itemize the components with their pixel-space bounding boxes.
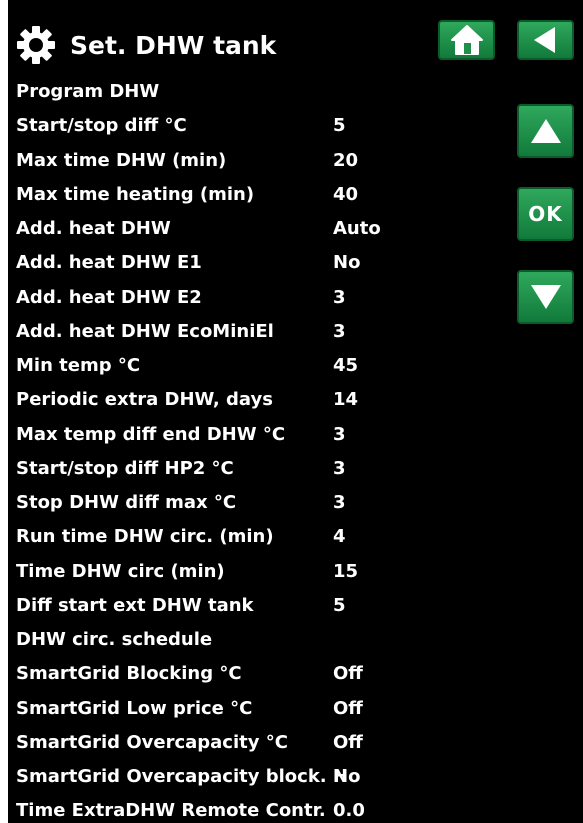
up-button[interactable] bbox=[517, 104, 574, 158]
setting-value: Off bbox=[333, 697, 363, 719]
setting-label: Max time DHW (min) bbox=[16, 149, 227, 171]
setting-row[interactable]: Start/stop diff HP2 °C 3 bbox=[16, 452, 496, 486]
setting-value: No bbox=[333, 252, 361, 274]
setting-label: SmartGrid Blocking °C bbox=[16, 663, 242, 685]
home-icon bbox=[450, 25, 483, 55]
setting-value: 20 bbox=[333, 149, 359, 171]
down-arrow-icon bbox=[530, 285, 561, 309]
setting-label: Run time DHW circ. (min) bbox=[16, 526, 274, 548]
setting-label: Add. heat DHW E2 bbox=[16, 286, 202, 308]
setting-label: Add. heat DHW EcoMiniEl bbox=[16, 320, 274, 342]
setting-value: Auto bbox=[333, 218, 381, 239]
setting-row[interactable]: Time DHW circ (min) 15 bbox=[16, 555, 496, 589]
setting-row[interactable]: Stop DHW diff max °C 3 bbox=[16, 486, 496, 520]
home-button[interactable] bbox=[438, 20, 495, 60]
setting-label: Max time heating (min) bbox=[16, 183, 255, 205]
setting-value: No bbox=[333, 766, 361, 787]
setting-value: 5 bbox=[333, 594, 346, 616]
screen: Set. DHW tank OK Program DHW Start/stop d… bbox=[0, 0, 583, 823]
setting-row[interactable]: Run time DHW circ. (min) 4 bbox=[16, 520, 496, 554]
setting-label: Diff start ext DHW tank bbox=[16, 594, 254, 616]
setting-label: DHW circ. schedule bbox=[16, 629, 213, 650]
setting-value: 14 bbox=[333, 389, 359, 411]
setting-row[interactable]: Periodic extra DHW, days 14 bbox=[16, 383, 496, 417]
page-title: Set. DHW tank bbox=[70, 31, 277, 60]
setting-value: 5 bbox=[333, 115, 346, 137]
setting-row[interactable]: Min temp °C 45 bbox=[16, 349, 496, 383]
settings-list: Program DHW Start/stop diff °C 5 Max time D… bbox=[16, 75, 496, 823]
setting-row[interactable]: Add. heat DHW EcoMiniEl 3 bbox=[16, 315, 496, 349]
back-arrow-icon bbox=[533, 27, 555, 53]
setting-label: Add. heat DHW bbox=[16, 218, 171, 239]
setting-row[interactable]: DHW circ. schedule bbox=[16, 623, 496, 657]
setting-value: 4 bbox=[333, 526, 346, 548]
setting-row[interactable]: Max time heating (min) 40 bbox=[16, 178, 496, 212]
setting-row[interactable]: SmartGrid Overcapacity °C Off bbox=[16, 726, 496, 760]
setting-value: 3 bbox=[333, 457, 346, 479]
setting-row[interactable]: Add. heat DHW E2 3 bbox=[16, 281, 496, 315]
setting-label: SmartGrid Overcapacity °C bbox=[16, 731, 288, 753]
setting-value: 0.0 bbox=[333, 800, 365, 822]
setting-row[interactable]: Max temp diff end DHW °C 3 bbox=[16, 418, 496, 452]
setting-row[interactable]: Program DHW bbox=[16, 75, 496, 109]
setting-value: 3 bbox=[333, 320, 346, 342]
setting-label: Time ExtraDHW Remote Contr. bbox=[16, 800, 326, 822]
setting-value: 3 bbox=[333, 423, 346, 445]
setting-label: Program DHW bbox=[16, 81, 160, 102]
setting-label: Stop DHW diff max °C bbox=[16, 492, 237, 513]
setting-label: Max temp diff end DHW °C bbox=[16, 423, 286, 445]
ok-label: OK bbox=[528, 202, 563, 226]
setting-label: Periodic extra DHW, days bbox=[16, 389, 273, 411]
gear-icon bbox=[17, 26, 55, 64]
setting-label: Start/stop diff °C bbox=[16, 115, 187, 137]
up-arrow-icon bbox=[530, 119, 561, 143]
setting-row[interactable]: Max time DHW (min) 20 bbox=[16, 144, 496, 178]
ok-button[interactable]: OK bbox=[517, 187, 574, 241]
setting-label: SmartGrid Low price °C bbox=[16, 697, 253, 719]
setting-row[interactable]: SmartGrid Low price °C Off bbox=[16, 692, 496, 726]
setting-label: Start/stop diff HP2 °C bbox=[16, 457, 234, 479]
setting-value: 40 bbox=[333, 183, 359, 205]
setting-row[interactable]: Start/stop diff °C 5 bbox=[16, 109, 496, 143]
setting-value: 3 bbox=[333, 286, 346, 308]
setting-row[interactable]: Add. heat DHW Auto bbox=[16, 212, 496, 246]
setting-row[interactable]: SmartGrid Overcapacity block. H No bbox=[16, 760, 496, 794]
setting-label: SmartGrid Overcapacity block. H bbox=[16, 766, 348, 787]
setting-row[interactable]: Add. heat DHW E1 No bbox=[16, 246, 496, 280]
setting-value: 3 bbox=[333, 492, 346, 513]
setting-value: Off bbox=[333, 663, 363, 685]
setting-row[interactable]: Time ExtraDHW Remote Contr. 0.0 bbox=[16, 794, 496, 823]
setting-label: Min temp °C bbox=[16, 355, 141, 376]
setting-label: Time DHW circ (min) bbox=[16, 560, 225, 582]
back-button[interactable] bbox=[517, 20, 574, 60]
setting-value: 15 bbox=[333, 560, 359, 582]
setting-row[interactable]: SmartGrid Blocking °C Off bbox=[16, 657, 496, 691]
setting-value: 45 bbox=[333, 355, 359, 376]
setting-row[interactable]: Diff start ext DHW tank 5 bbox=[16, 589, 496, 623]
setting-label: Add. heat DHW E1 bbox=[16, 252, 202, 274]
setting-value: Off bbox=[333, 731, 363, 753]
down-button[interactable] bbox=[517, 270, 574, 324]
